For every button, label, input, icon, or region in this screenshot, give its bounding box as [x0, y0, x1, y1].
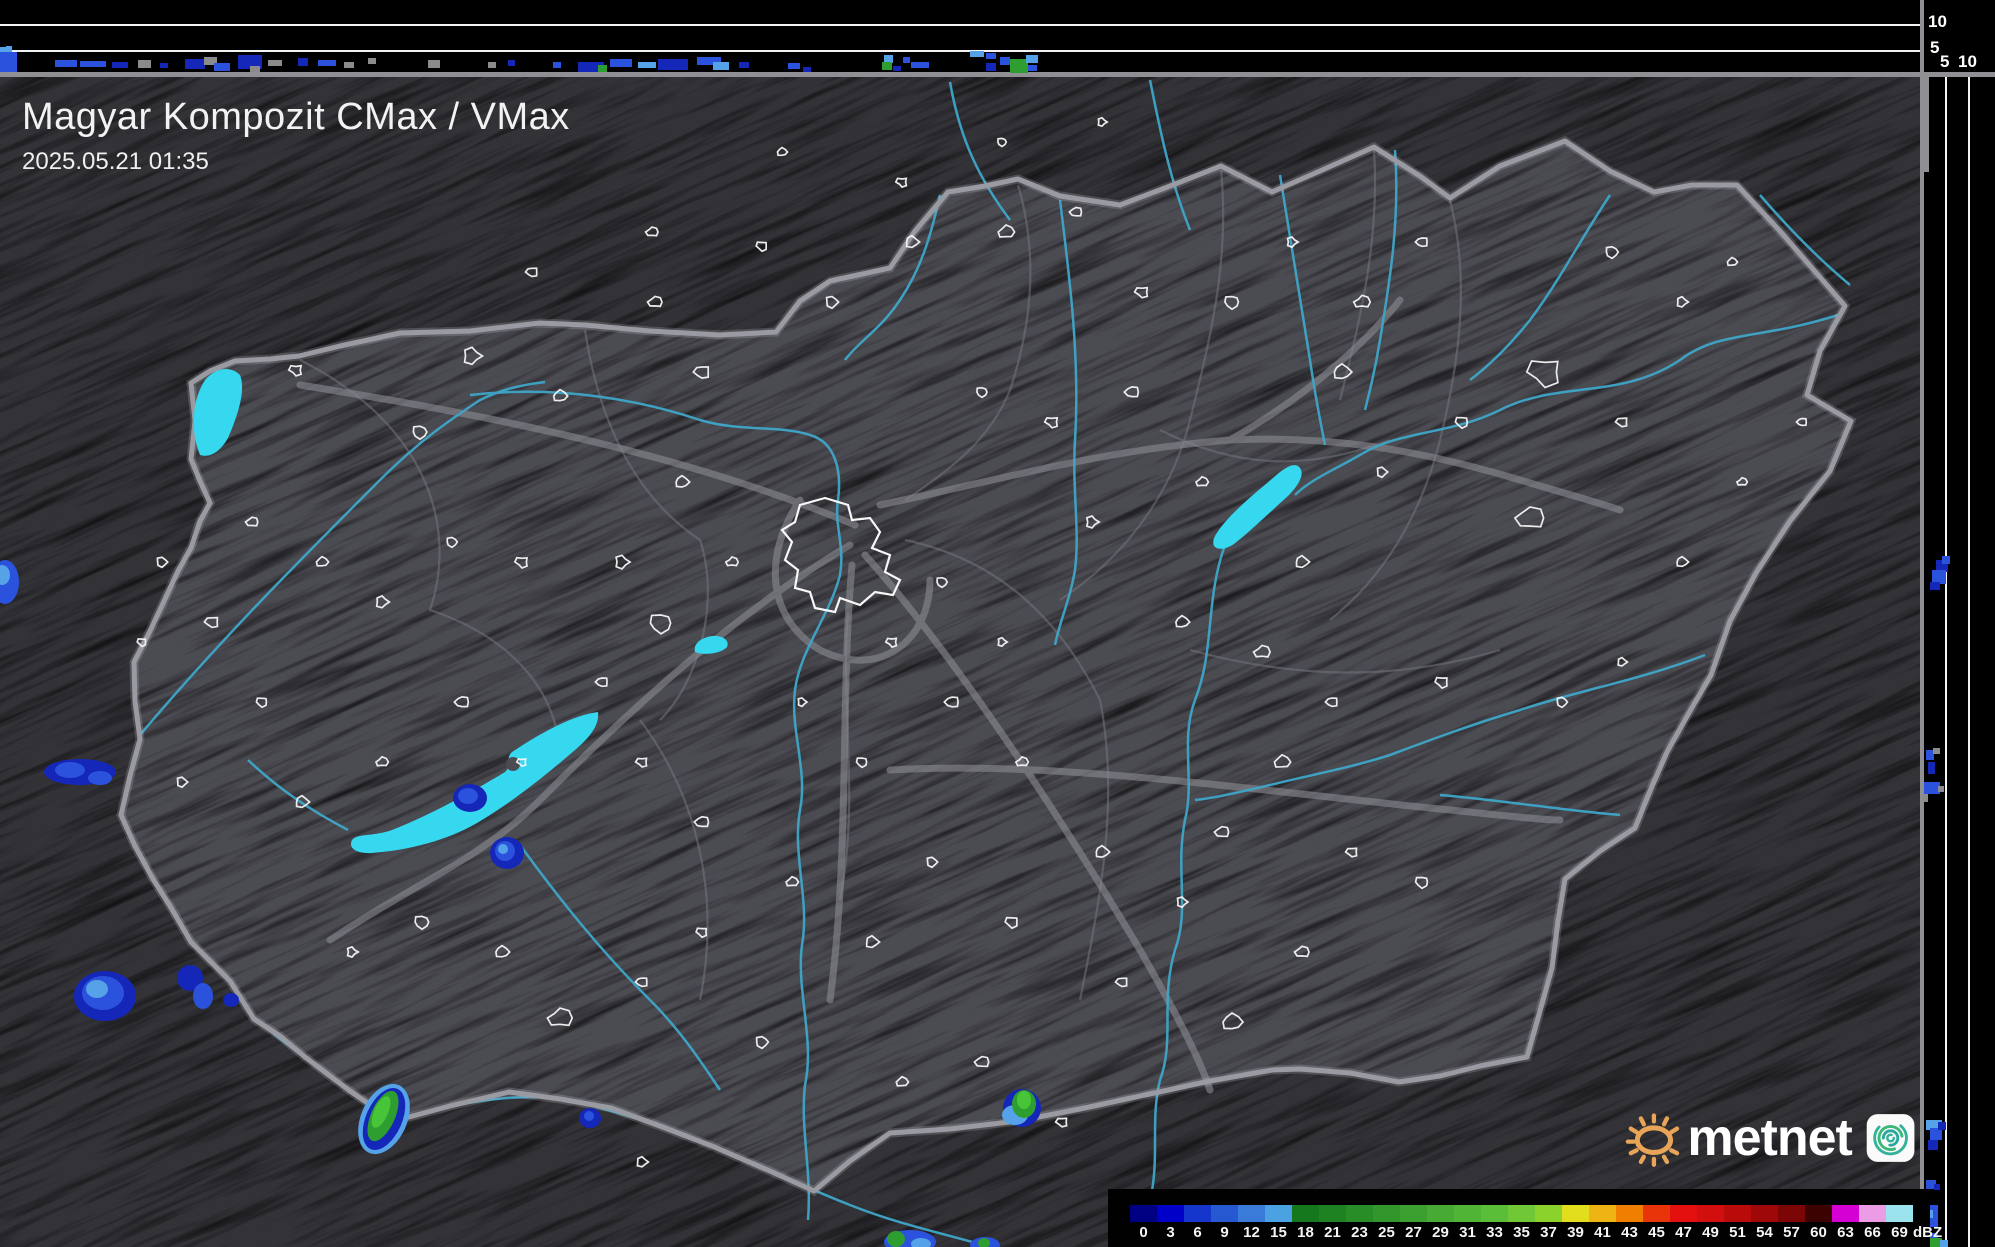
legend-swatch	[1454, 1205, 1481, 1222]
hungary-radar-map	[0, 0, 1995, 1247]
radar-page: 10 5 5 10 Magyar Kompozit CMax / VMax 20…	[0, 0, 1995, 1247]
legend-swatch	[1265, 1205, 1292, 1222]
top-strip-5km-line	[0, 50, 1920, 52]
legend-swatch	[1805, 1205, 1832, 1222]
legend-swatch	[1211, 1205, 1238, 1222]
legend-tick: 39	[1567, 1224, 1584, 1241]
rain-echo	[223, 993, 239, 1007]
legend-swatch	[1346, 1205, 1373, 1222]
legend-tick: 69	[1891, 1224, 1908, 1241]
legend-tick: 3	[1166, 1224, 1175, 1241]
legend-swatch	[1697, 1205, 1724, 1222]
legend-tick: 51	[1729, 1224, 1746, 1241]
rain-echo	[88, 771, 112, 785]
right-axis-10km-label: 10	[1958, 52, 1977, 71]
metnet-wordmark: metnet	[1687, 1109, 1852, 1167]
page-title: Magyar Kompozit CMax / VMax	[22, 96, 570, 138]
legend-swatch	[1724, 1205, 1751, 1222]
legend-tick: 66	[1864, 1224, 1881, 1241]
vertical-separator	[1920, 0, 1924, 1247]
rain-echo	[1017, 1091, 1031, 1109]
sun-icon	[1625, 1113, 1680, 1167]
legend-tick: 49	[1702, 1224, 1719, 1241]
legend-tick: 31	[1459, 1224, 1476, 1241]
title-block: Magyar Kompozit CMax / VMax 2025.05.21 0…	[22, 96, 570, 176]
legend-swatch	[1589, 1205, 1616, 1222]
legend-swatch	[1616, 1205, 1643, 1222]
legend-swatch	[1562, 1205, 1589, 1222]
legend-swatch	[1859, 1205, 1886, 1222]
legend-swatch	[1292, 1205, 1319, 1222]
legend-tick: 23	[1351, 1224, 1368, 1241]
top-axis-5km-label: 5	[1930, 38, 1940, 57]
rain-echo	[887, 1231, 905, 1247]
horizontal-separator	[0, 72, 1995, 77]
legend-tick: 35	[1513, 1224, 1530, 1241]
legend-swatch	[1238, 1205, 1265, 1222]
legend-swatch	[1832, 1205, 1859, 1222]
legend-tick: 9	[1220, 1224, 1229, 1241]
rain-echo	[498, 844, 508, 854]
legend-swatch	[1373, 1205, 1400, 1222]
legend-tick: 29	[1432, 1224, 1449, 1241]
legend-tick: 25	[1378, 1224, 1395, 1241]
legend-tick: 43	[1621, 1224, 1638, 1241]
legend-swatch	[1319, 1205, 1346, 1222]
legend-swatch	[1184, 1205, 1211, 1222]
legend-tick: 57	[1783, 1224, 1800, 1241]
legend-tick: 63	[1837, 1224, 1854, 1241]
legend-swatch	[1751, 1205, 1778, 1222]
rain-echo	[458, 788, 478, 804]
legend-tick: 60	[1810, 1224, 1827, 1241]
legend-tick: 47	[1675, 1224, 1692, 1241]
metnet-branding: metnet	[1625, 1093, 1915, 1183]
legend-tick: 0	[1139, 1224, 1148, 1241]
legend-tick: 33	[1486, 1224, 1503, 1241]
timestamp: 2025.05.21 01:35	[22, 148, 209, 175]
legend-tick: 18	[1297, 1224, 1314, 1241]
dbz-color-scale: 0 3 6 9 12 15 18 21 23 25 27 29 31 33 35 37 39 41 43 45 47 49…	[1108, 1189, 1942, 1247]
legend-tick: 37	[1540, 1224, 1557, 1241]
rain-echo	[55, 762, 85, 778]
vertical-separator-thick	[1920, 77, 1929, 172]
legend-swatch	[1670, 1205, 1697, 1222]
top-strip-10km-line	[0, 24, 1920, 26]
legend-tick-labels: 0 3 6 9 12 15 18 21 23 25 27 29 31 33 35 37 39 41 43 45 47 49…	[1130, 1224, 1913, 1241]
right-strip-5km-line	[1945, 77, 1947, 1247]
legend-swatch	[1130, 1205, 1157, 1222]
metnet-app-icon	[1866, 1114, 1915, 1162]
rain-echo	[584, 1111, 594, 1121]
legend-swatch	[1400, 1205, 1427, 1222]
top-axis-10km-label: 10	[1928, 12, 1947, 31]
legend-tick: 6	[1193, 1224, 1202, 1241]
legend-swatch	[1157, 1205, 1184, 1222]
right-strip-10km-line	[1968, 77, 1970, 1247]
legend-swatches	[1130, 1205, 1913, 1222]
legend-tick: 45	[1648, 1224, 1665, 1241]
legend-swatch	[1427, 1205, 1454, 1222]
rain-echo	[86, 980, 108, 998]
legend-swatch	[1643, 1205, 1670, 1222]
right-axis-5km-label: 5	[1940, 52, 1950, 71]
legend-swatch	[1886, 1205, 1913, 1222]
legend-tick: 27	[1405, 1224, 1422, 1241]
top-height-profile-strip	[0, 0, 1920, 72]
legend-tick: 15	[1270, 1224, 1287, 1241]
legend-tick: 54	[1756, 1224, 1773, 1241]
legend-swatch	[1778, 1205, 1805, 1222]
rain-echo	[193, 983, 213, 1009]
legend-unit-label: dBZ	[1913, 1224, 1943, 1241]
legend-swatch	[1508, 1205, 1535, 1222]
legend-tick: 21	[1324, 1224, 1341, 1241]
legend-swatch	[1481, 1205, 1508, 1222]
legend-tick: 12	[1243, 1224, 1260, 1241]
right-height-profile-strip	[1920, 0, 1995, 1247]
legend-tick: 41	[1594, 1224, 1611, 1241]
legend-swatch	[1535, 1205, 1562, 1222]
